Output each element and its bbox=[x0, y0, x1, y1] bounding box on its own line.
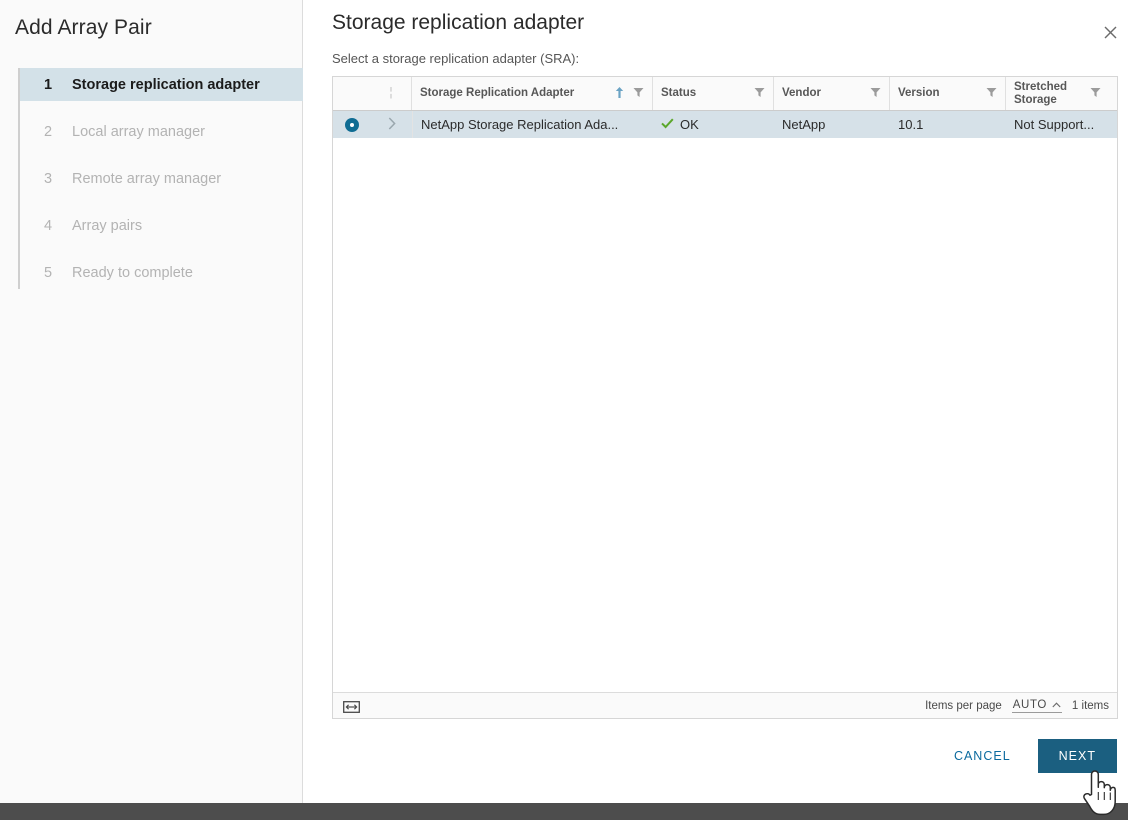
sidebar-step-local-array-manager[interactable]: 2 Local array manager bbox=[20, 115, 303, 148]
items-per-page-label: Items per page bbox=[925, 699, 1002, 712]
column-header-expand-label: ¦ bbox=[389, 87, 393, 99]
cancel-button[interactable]: CANCEL bbox=[937, 739, 1028, 773]
cell-status: OK bbox=[653, 111, 774, 138]
check-icon bbox=[661, 117, 674, 132]
column-header-stretched-storage[interactable]: Stretched Storage bbox=[1006, 77, 1117, 110]
radio-icon[interactable] bbox=[345, 117, 359, 132]
step-label: Remote array manager bbox=[72, 170, 222, 187]
row-radio-button[interactable] bbox=[333, 111, 371, 138]
chevron-up-icon bbox=[1052, 700, 1061, 710]
page-title: Storage replication adapter bbox=[332, 11, 585, 34]
sidebar-step-ready-to-complete[interactable]: 5 Ready to complete bbox=[20, 256, 303, 289]
cell-vendor: NetApp bbox=[782, 117, 826, 132]
wizard-sidebar: Add Array Pair 1 Storage replication ada… bbox=[0, 0, 303, 803]
sidebar-step-remote-array-manager[interactable]: 3 Remote array manager bbox=[20, 162, 303, 195]
step-number: 4 bbox=[44, 217, 53, 234]
table-row[interactable]: NetApp Storage Replication Ada... OK Net… bbox=[333, 111, 1117, 139]
step-label: Storage replication adapter bbox=[72, 76, 260, 93]
column-header-version[interactable]: Version bbox=[890, 77, 1006, 110]
sidebar-step-storage-replication-adapter[interactable]: 1 Storage replication adapter bbox=[20, 68, 303, 101]
step-number: 5 bbox=[44, 264, 53, 281]
filter-icon[interactable] bbox=[633, 87, 644, 101]
column-header-vendor[interactable]: Vendor bbox=[774, 77, 890, 110]
items-per-page-select[interactable]: AUTO bbox=[1011, 698, 1062, 713]
filter-icon[interactable] bbox=[1090, 87, 1101, 101]
step-number: 3 bbox=[44, 170, 53, 187]
status-badge: OK bbox=[680, 117, 699, 132]
sidebar-step-array-pairs[interactable]: 4 Array pairs bbox=[20, 209, 303, 242]
wizard-actions: CANCEL NEXT bbox=[937, 739, 1117, 773]
sort-asc-icon[interactable] bbox=[614, 86, 625, 102]
datagrid-header-row: ¦ Storage Replication Adapter Status Ven… bbox=[333, 77, 1117, 111]
step-number: 1 bbox=[44, 76, 53, 93]
step-number: 2 bbox=[44, 123, 53, 140]
column-header-label: Storage Replication Adapter bbox=[420, 87, 575, 99]
close-icon[interactable] bbox=[1096, 18, 1124, 46]
filter-icon[interactable] bbox=[870, 87, 881, 101]
filter-icon[interactable] bbox=[986, 87, 997, 101]
add-array-pair-wizard: Add Array Pair 1 Storage replication ada… bbox=[0, 0, 1128, 803]
wizard-title: Add Array Pair bbox=[15, 16, 152, 39]
pagination-controls: Items per page AUTO 1 items bbox=[925, 699, 1109, 713]
cell-version: 10.1 bbox=[898, 117, 924, 132]
step-label: Local array manager bbox=[72, 123, 205, 140]
next-button[interactable]: NEXT bbox=[1037, 739, 1117, 773]
sra-datagrid: ¦ Storage Replication Adapter Status Ven… bbox=[332, 76, 1118, 719]
step-label: Ready to complete bbox=[72, 264, 193, 281]
fit-columns-icon[interactable] bbox=[343, 700, 360, 713]
bottom-status-bar bbox=[0, 803, 1128, 820]
cell-stretched-storage: Not Support... bbox=[1014, 117, 1095, 132]
items-per-page-value: AUTO bbox=[1012, 698, 1047, 711]
datagrid-footer: Items per page AUTO 1 items bbox=[333, 692, 1117, 718]
wizard-main-panel: Storage replication adapter Select a sto… bbox=[303, 0, 1128, 803]
wizard-step-list: 1 Storage replication adapter 2 Local ar… bbox=[18, 68, 303, 289]
column-header-select bbox=[333, 77, 371, 110]
column-header-storage-replication-adapter[interactable]: Storage Replication Adapter bbox=[412, 77, 653, 110]
row-expand-toggle[interactable] bbox=[371, 111, 412, 138]
cell-adapter-name: NetApp Storage Replication Ada... bbox=[412, 111, 653, 138]
panel-subtitle: Select a storage replication adapter (SR… bbox=[332, 51, 580, 66]
datagrid-body: NetApp Storage Replication Ada... OK Net… bbox=[333, 111, 1117, 692]
column-header-status[interactable]: Status bbox=[653, 77, 774, 110]
filter-icon[interactable] bbox=[754, 87, 765, 101]
step-label: Array pairs bbox=[72, 217, 143, 234]
column-header-label: Status bbox=[661, 87, 697, 99]
column-header-label: Stretched Storage bbox=[1014, 80, 1068, 106]
column-header-expand: ¦ bbox=[371, 77, 412, 110]
column-header-label: Version bbox=[898, 87, 940, 99]
column-header-label: Vendor bbox=[782, 87, 821, 99]
items-count: 1 items bbox=[1071, 699, 1109, 712]
chevron-right-icon[interactable] bbox=[388, 117, 396, 132]
